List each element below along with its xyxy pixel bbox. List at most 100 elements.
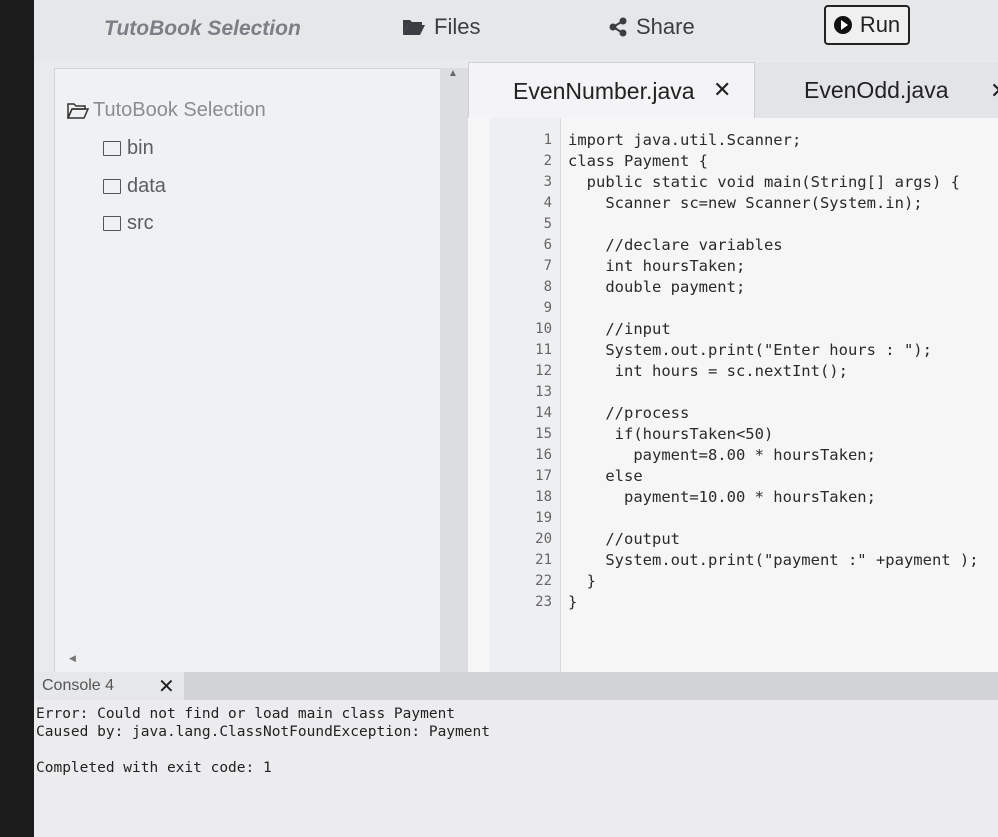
code-text: else: [568, 467, 643, 485]
line-number: 13: [535, 384, 552, 400]
code-line[interactable]: 2 class Payment {: [468, 151, 708, 172]
code-line[interactable]: 14 //process: [468, 403, 689, 424]
code-line[interactable]: 5: [468, 214, 568, 235]
code-line[interactable]: 16 payment=8.00 * hoursTaken;: [468, 445, 876, 466]
console-line: Error: Could not find or load main class…: [36, 706, 456, 722]
run-label: Run: [859, 12, 901, 37]
code-line[interactable]: 3 public static void main(String[] args)…: [468, 172, 960, 193]
line-number: 4: [543, 195, 552, 211]
code-text: payment=10.00 * hoursTaken;: [568, 488, 876, 506]
code-text: System.out.print("Enter hours : ");: [568, 341, 932, 359]
folder-open-icon: [67, 102, 89, 119]
line-number: 20: [535, 531, 552, 547]
code-line[interactable]: 7 int hoursTaken;: [468, 256, 746, 277]
code-line[interactable]: 21 System.out.print("payment :" +payment…: [468, 550, 978, 571]
code-line[interactable]: 23}: [468, 592, 577, 613]
line-number: 8: [543, 279, 552, 295]
console-tab-label: Console 4: [42, 677, 115, 694]
code-text: Scanner sc=new Scanner(System.in);: [568, 194, 923, 212]
code-line[interactable]: 6 //declare variables: [468, 235, 783, 256]
top-toolbar: TutoBook Selection Files Share Run: [34, 0, 998, 60]
code-text: //input: [568, 320, 671, 338]
code-text: }: [568, 572, 596, 590]
folder-icon: [103, 179, 121, 194]
line-number: 15: [535, 426, 552, 442]
code-line[interactable]: 9: [468, 298, 568, 319]
line-number: 18: [535, 489, 552, 505]
line-number: 9: [543, 300, 552, 316]
code-line[interactable]: 4 Scanner sc=new Scanner(System.in);: [468, 193, 923, 214]
code-line[interactable]: 10 //input: [468, 319, 671, 340]
line-number: 6: [543, 237, 552, 253]
code-text: if(hoursTaken<50): [568, 425, 774, 443]
code-line[interactable]: 13: [468, 382, 568, 403]
code-editor[interactable]: 1 import java.util.Scanner; 2 class Payment…: [468, 118, 998, 688]
share-label: Share: [636, 14, 695, 39]
line-number: 5: [543, 216, 552, 232]
code-line[interactable]: 8 double payment;: [468, 277, 746, 298]
tree-item-src[interactable]: src: [103, 212, 154, 235]
code-text: //declare variables: [568, 236, 783, 254]
code-text: //process: [568, 404, 690, 422]
code-line[interactable]: 11 System.out.print("Enter hours : ");: [468, 340, 932, 361]
ide-screen: TutoBook Selection Files Share Run TutoB…: [34, 0, 998, 837]
panel-splitter[interactable]: ▲ ▼: [440, 68, 468, 693]
tab-evenodd[interactable]: EvenOdd.java ✕: [754, 62, 998, 118]
code-line[interactable]: 17 else: [468, 466, 643, 487]
code-text: class Payment {: [568, 152, 708, 170]
console-line: Caused by: java.lang.ClassNotFoundExcept…: [36, 724, 490, 740]
tree-item-data[interactable]: data: [103, 175, 166, 198]
line-number: 19: [535, 510, 552, 526]
code-text: payment=8.00 * hoursTaken;: [568, 446, 876, 464]
tab-evennumber[interactable]: EvenNumber.java ✕: [468, 62, 755, 119]
close-icon[interactable]: ✕: [713, 77, 731, 103]
code-line[interactable]: 12 int hours = sc.nextInt();: [468, 361, 848, 382]
folder-icon: [103, 141, 121, 156]
folder-open-icon: [403, 20, 425, 35]
line-number: 14: [535, 405, 552, 421]
tree-item-bin[interactable]: bin: [103, 137, 154, 160]
line-number: 22: [535, 573, 552, 589]
close-icon[interactable]: ✕: [158, 674, 175, 699]
console-output: Error: Could not find or load main class…: [34, 700, 998, 837]
tab-console[interactable]: Console 4 ✕: [34, 672, 184, 700]
line-number: 10: [535, 321, 552, 337]
line-number: 3: [543, 174, 552, 190]
app-title: TutoBook Selection: [104, 17, 301, 40]
line-number: 17: [535, 468, 552, 484]
line-number: 1: [543, 132, 552, 148]
code-line[interactable]: 1 import java.util.Scanner;: [468, 130, 802, 151]
code-line[interactable]: 19: [468, 508, 568, 529]
tree-item-label: src: [127, 212, 154, 234]
code-text: int hoursTaken;: [568, 257, 746, 275]
tree-root-label: TutoBook Selection: [93, 99, 266, 121]
code-text: double payment;: [568, 278, 746, 296]
line-number: 12: [535, 363, 552, 379]
code-text: }: [568, 593, 578, 611]
share-icon: [609, 17, 627, 37]
play-icon: [833, 16, 852, 34]
share-button[interactable]: Share: [608, 14, 695, 40]
tree-item-label: data: [127, 175, 166, 197]
scroll-left-arrow-icon[interactable]: ◀: [69, 653, 76, 664]
line-number: 2: [543, 153, 552, 169]
code-line[interactable]: 20 //output: [468, 529, 680, 550]
code-line[interactable]: 15 if(hoursTaken<50): [468, 424, 773, 445]
close-icon[interactable]: ✕: [990, 78, 998, 104]
run-button[interactable]: Run: [824, 5, 910, 45]
code-line[interactable]: 22 }: [468, 571, 596, 592]
tree-root-folder[interactable]: TutoBook Selection: [67, 99, 266, 122]
code-text: import java.util.Scanner;: [568, 131, 802, 149]
code-line[interactable]: 18 payment=10.00 * hoursTaken;: [468, 487, 876, 508]
scroll-up-arrow-icon[interactable]: ▲: [448, 68, 458, 79]
line-number: 11: [535, 342, 552, 358]
line-number: 16: [535, 447, 552, 463]
code-text: public static void main(String[] args) {: [568, 173, 960, 191]
files-button[interactable]: Files: [402, 14, 480, 40]
code-text: //output: [568, 530, 680, 548]
line-number: 21: [535, 552, 552, 568]
files-label: Files: [434, 14, 481, 39]
